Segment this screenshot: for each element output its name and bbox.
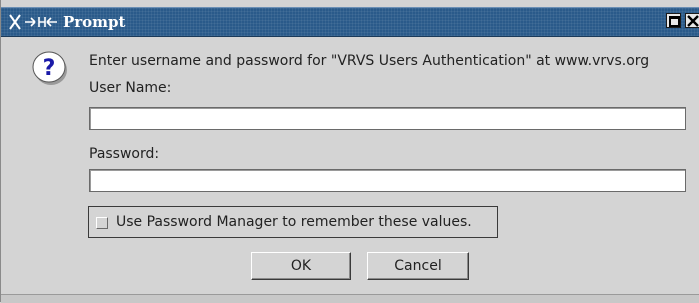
close-button[interactable]: [685, 13, 699, 28]
cancel-button[interactable]: Cancel: [367, 252, 469, 280]
remember-password-option[interactable]: Use Password Manager to remember these v…: [88, 206, 498, 238]
window-menu-icon[interactable]: [9, 14, 61, 30]
password-label: Password:: [89, 146, 160, 162]
window-title: Prompt: [63, 13, 126, 31]
prompt-dialog-window: Prompt ? Enter username and password for…: [0, 0, 699, 303]
username-label: User Name:: [89, 80, 172, 96]
ok-button[interactable]: OK: [251, 252, 351, 280]
question-icon: ?: [32, 51, 67, 85]
svg-text:?: ?: [43, 56, 56, 81]
auth-message: Enter username and password for "VRVS Us…: [89, 53, 650, 69]
title-bar[interactable]: Prompt: [1, 7, 699, 37]
maximize-button[interactable]: [666, 13, 681, 28]
username-input[interactable]: [89, 107, 686, 130]
remember-checkbox-label[interactable]: Use Password Manager to remember these v…: [116, 214, 472, 230]
remember-checkbox[interactable]: [96, 217, 108, 229]
password-input[interactable]: [89, 169, 686, 192]
close-icon: [687, 15, 699, 27]
